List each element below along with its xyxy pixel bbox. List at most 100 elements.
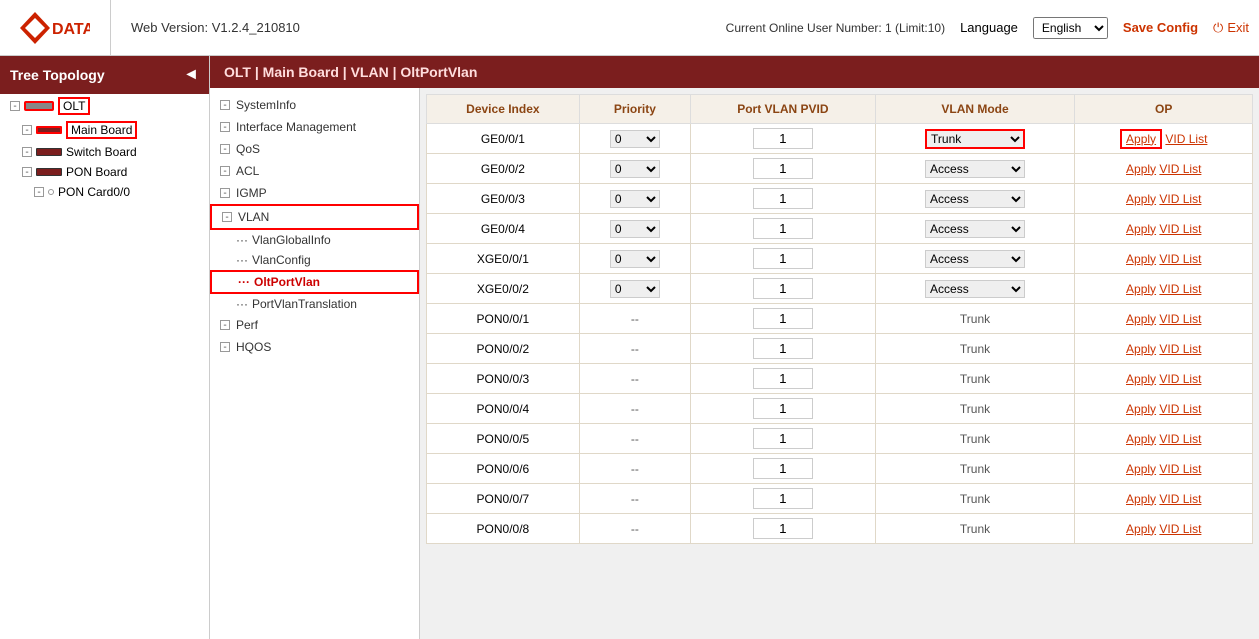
cell-priority-1[interactable]: 01234567 bbox=[579, 154, 690, 184]
apply-button-1[interactable]: Apply bbox=[1126, 162, 1156, 176]
pvid-input-8[interactable] bbox=[753, 368, 813, 389]
cell-op-3[interactable]: Apply VID List bbox=[1075, 214, 1253, 244]
cell-op-1[interactable]: Apply VID List bbox=[1075, 154, 1253, 184]
tree-node-pon-card[interactable]: - PON Card0/0 bbox=[0, 182, 209, 202]
priority-select-2[interactable]: 01234567 bbox=[610, 190, 660, 208]
menu-item-hqos[interactable]: - HQOS bbox=[210, 336, 419, 358]
priority-select-3[interactable]: 01234567 bbox=[610, 220, 660, 238]
cell-pvid-6[interactable] bbox=[691, 304, 876, 334]
cell-priority-5[interactable]: 01234567 bbox=[579, 274, 690, 304]
cell-op-7[interactable]: Apply VID List bbox=[1075, 334, 1253, 364]
cell-mode-4[interactable]: AccessTrunkHybrid bbox=[875, 244, 1075, 274]
apply-button-2[interactable]: Apply bbox=[1126, 192, 1156, 206]
cell-mode-2[interactable]: AccessTrunkHybrid bbox=[875, 184, 1075, 214]
pvid-input-4[interactable] bbox=[753, 248, 813, 269]
vid-list-button-7[interactable]: VID List bbox=[1159, 342, 1201, 356]
vid-list-button-10[interactable]: VID List bbox=[1159, 432, 1201, 446]
vid-list-button-2[interactable]: VID List bbox=[1159, 192, 1201, 206]
cell-op-13[interactable]: Apply VID List bbox=[1075, 514, 1253, 544]
pvid-input-1[interactable] bbox=[753, 158, 813, 179]
vid-list-button-11[interactable]: VID List bbox=[1159, 462, 1201, 476]
cell-pvid-12[interactable] bbox=[691, 484, 876, 514]
apply-button-10[interactable]: Apply bbox=[1126, 432, 1156, 446]
cell-op-11[interactable]: Apply VID List bbox=[1075, 454, 1253, 484]
menu-subitem-vlanglobalinfo[interactable]: ··· VlanGlobalInfo bbox=[210, 230, 419, 250]
tree-node-olt[interactable]: - OLT bbox=[0, 94, 209, 118]
save-config-button[interactable]: Save Config bbox=[1123, 20, 1198, 35]
apply-button-6[interactable]: Apply bbox=[1126, 312, 1156, 326]
cell-op-6[interactable]: Apply VID List bbox=[1075, 304, 1253, 334]
cell-mode-1[interactable]: AccessTrunkHybrid bbox=[875, 154, 1075, 184]
menu-item-acl[interactable]: - ACL bbox=[210, 160, 419, 182]
priority-select-5[interactable]: 01234567 bbox=[610, 280, 660, 298]
pvid-input-13[interactable] bbox=[753, 518, 813, 539]
mode-select-1[interactable]: AccessTrunkHybrid bbox=[925, 160, 1025, 178]
cell-mode-5[interactable]: AccessTrunkHybrid bbox=[875, 274, 1075, 304]
cell-op-9[interactable]: Apply VID List bbox=[1075, 394, 1253, 424]
cell-op-0[interactable]: Apply VID List bbox=[1075, 124, 1253, 154]
menu-item-vlan[interactable]: - VLAN bbox=[210, 204, 419, 230]
cell-op-5[interactable]: Apply VID List bbox=[1075, 274, 1253, 304]
menu-subitem-vlanconfig[interactable]: ··· VlanConfig bbox=[210, 250, 419, 270]
mode-select-2[interactable]: AccessTrunkHybrid bbox=[925, 190, 1025, 208]
apply-button-9[interactable]: Apply bbox=[1126, 402, 1156, 416]
exit-button[interactable]: ⏻ Exit bbox=[1213, 20, 1249, 36]
cell-priority-2[interactable]: 01234567 bbox=[579, 184, 690, 214]
priority-select-0[interactable]: 01234567 bbox=[610, 130, 660, 148]
cell-priority-0[interactable]: 01234567 bbox=[579, 124, 690, 154]
cell-pvid-1[interactable] bbox=[691, 154, 876, 184]
vid-list-button-5[interactable]: VID List bbox=[1159, 282, 1201, 296]
cell-op-4[interactable]: Apply VID List bbox=[1075, 244, 1253, 274]
cell-pvid-9[interactable] bbox=[691, 394, 876, 424]
sidebar-toggle-button[interactable]: ◄ bbox=[183, 66, 199, 84]
cell-priority-3[interactable]: 01234567 bbox=[579, 214, 690, 244]
cell-pvid-0[interactable] bbox=[691, 124, 876, 154]
pvid-input-12[interactable] bbox=[753, 488, 813, 509]
menu-item-perf[interactable]: - Perf bbox=[210, 314, 419, 336]
vid-list-button-13[interactable]: VID List bbox=[1159, 522, 1201, 536]
menu-item-interface-mgmt[interactable]: - Interface Management bbox=[210, 116, 419, 138]
vid-list-button-1[interactable]: VID List bbox=[1159, 162, 1201, 176]
vid-list-button-4[interactable]: VID List bbox=[1159, 252, 1201, 266]
tree-expand-pon-board[interactable]: - bbox=[22, 167, 32, 177]
cell-pvid-8[interactable] bbox=[691, 364, 876, 394]
mode-select-0[interactable]: AccessTrunkHybrid bbox=[925, 129, 1025, 149]
cell-pvid-10[interactable] bbox=[691, 424, 876, 454]
mode-select-5[interactable]: AccessTrunkHybrid bbox=[925, 280, 1025, 298]
menu-item-igmp[interactable]: - IGMP bbox=[210, 182, 419, 204]
tree-node-pon-board[interactable]: - PON Board bbox=[0, 162, 209, 182]
cell-pvid-4[interactable] bbox=[691, 244, 876, 274]
pvid-input-9[interactable] bbox=[753, 398, 813, 419]
apply-button-3[interactable]: Apply bbox=[1126, 222, 1156, 236]
cell-mode-0[interactable]: AccessTrunkHybrid bbox=[875, 124, 1075, 154]
pvid-input-6[interactable] bbox=[753, 308, 813, 329]
apply-button-8[interactable]: Apply bbox=[1126, 372, 1156, 386]
cell-op-8[interactable]: Apply VID List bbox=[1075, 364, 1253, 394]
priority-select-1[interactable]: 01234567 bbox=[610, 160, 660, 178]
tree-expand-olt[interactable]: - bbox=[10, 101, 20, 111]
cell-mode-3[interactable]: AccessTrunkHybrid bbox=[875, 214, 1075, 244]
tree-expand-pon-card[interactable]: - bbox=[34, 187, 44, 197]
cell-pvid-2[interactable] bbox=[691, 184, 876, 214]
mode-select-3[interactable]: AccessTrunkHybrid bbox=[925, 220, 1025, 238]
cell-op-2[interactable]: Apply VID List bbox=[1075, 184, 1253, 214]
pvid-input-11[interactable] bbox=[753, 458, 813, 479]
apply-button-4[interactable]: Apply bbox=[1126, 252, 1156, 266]
apply-button-12[interactable]: Apply bbox=[1126, 492, 1156, 506]
cell-pvid-7[interactable] bbox=[691, 334, 876, 364]
tree-node-switch-board[interactable]: - Switch Board bbox=[0, 142, 209, 162]
apply-button-5[interactable]: Apply bbox=[1126, 282, 1156, 296]
cell-pvid-3[interactable] bbox=[691, 214, 876, 244]
pvid-input-10[interactable] bbox=[753, 428, 813, 449]
apply-button-7[interactable]: Apply bbox=[1126, 342, 1156, 356]
tree-expand-main-board[interactable]: - bbox=[22, 125, 32, 135]
cell-pvid-11[interactable] bbox=[691, 454, 876, 484]
menu-item-systeminfo[interactable]: - SystemInfo bbox=[210, 94, 419, 116]
cell-priority-4[interactable]: 01234567 bbox=[579, 244, 690, 274]
cell-op-12[interactable]: Apply VID List bbox=[1075, 484, 1253, 514]
cell-op-10[interactable]: Apply VID List bbox=[1075, 424, 1253, 454]
priority-select-4[interactable]: 01234567 bbox=[610, 250, 660, 268]
menu-item-qos[interactable]: - QoS bbox=[210, 138, 419, 160]
cell-pvid-5[interactable] bbox=[691, 274, 876, 304]
pvid-input-5[interactable] bbox=[753, 278, 813, 299]
